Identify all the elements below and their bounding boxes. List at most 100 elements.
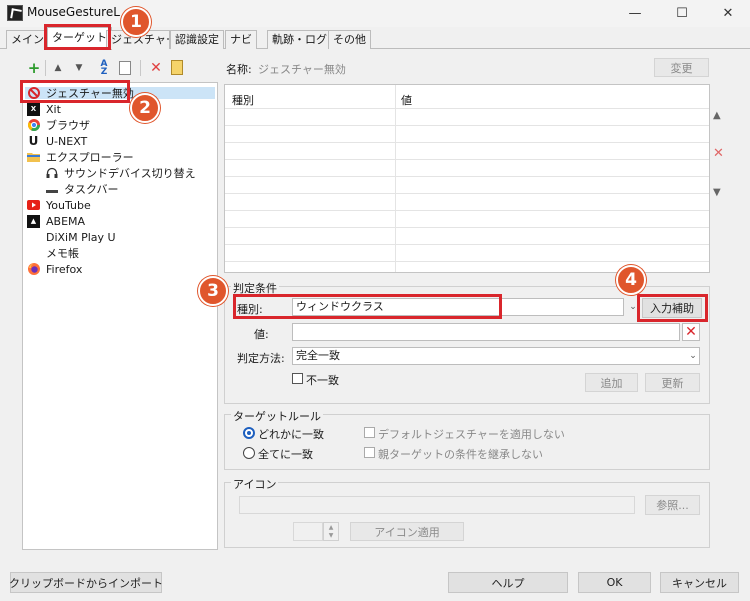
close-button[interactable]: ✕ (713, 3, 743, 23)
grid-line (225, 142, 709, 143)
tree-item-notepad[interactable]: メモ帳 (46, 245, 79, 261)
grid-line (225, 108, 709, 109)
tree-item-dixim[interactable]: DiXiM Play U (46, 229, 116, 245)
icon-index-spinner[interactable]: ▲ ▼ (323, 522, 339, 541)
grid-line (225, 125, 709, 126)
grid-line (225, 210, 709, 211)
youtube-icon (27, 199, 40, 212)
tree-item-label: Xit (46, 102, 61, 116)
mismatch-label: 不一致 (306, 374, 339, 387)
tree-item-firefox[interactable]: Firefox (27, 261, 82, 277)
delete-icon[interactable]: ✕ (713, 146, 724, 161)
step-badge-2: 2 (130, 93, 160, 123)
headphones-icon (45, 167, 58, 180)
sort-icon[interactable]: AZ (96, 60, 112, 77)
abema-icon: ▲ (27, 214, 40, 228)
step-badge-4: 4 (616, 265, 646, 295)
radio-all-label: 全てに一致 (258, 448, 313, 461)
value-input[interactable] (292, 323, 680, 341)
tree-item-label: DiXiM Play U (46, 230, 116, 244)
minimize-button[interactable]: — (620, 3, 650, 23)
grid-line (225, 159, 709, 160)
tree-item-label: ブラウザ (46, 119, 90, 132)
add-button[interactable]: 追加 (585, 373, 638, 392)
radio-any-label: どれかに一致 (258, 428, 324, 441)
paste-icon[interactable] (171, 60, 183, 75)
taskbar-icon (45, 183, 58, 196)
tree-item-label: YouTube (46, 198, 91, 212)
folder-icon (27, 151, 40, 164)
tab-trail-log[interactable]: 軌跡・ログ (267, 30, 332, 49)
radio-any-match[interactable] (243, 427, 255, 439)
tree-item-label: サウンドデバイス切り替え (64, 167, 196, 180)
tree-item-abema[interactable]: ▲ ABEMA (27, 213, 85, 229)
change-button[interactable]: 変更 (654, 58, 709, 77)
xit-icon: X (27, 102, 40, 116)
apply-icon-button[interactable]: アイコン適用 (350, 522, 464, 541)
tree-item-label: メモ帳 (46, 247, 79, 260)
tab-main[interactable]: メイン (6, 30, 49, 49)
no-inherit-parent-checkbox[interactable] (364, 447, 375, 458)
method-select[interactable]: 完全一致 (292, 347, 700, 365)
tree-item-explorer[interactable]: エクスプローラー (27, 149, 134, 165)
help-button[interactable]: ヘルプ (448, 572, 568, 593)
tree-item-browser[interactable]: ブラウザ (27, 117, 90, 133)
tree-item-youtube[interactable]: YouTube (27, 197, 91, 213)
grid-line (225, 227, 709, 228)
firefox-icon (27, 263, 40, 276)
step-badge-1: 1 (121, 7, 151, 37)
toolbar-separator (140, 60, 141, 76)
no-default-gesture-checkbox[interactable] (364, 427, 375, 438)
target-tree[interactable]: ジェスチャー無効 X Xit ブラウザ U U-NEXT エクスプローラー サウ… (22, 82, 218, 550)
tree-item-taskbar[interactable]: タスクバー (45, 181, 118, 197)
unext-icon: U (28, 134, 39, 148)
method-label: 判定方法: (237, 352, 285, 365)
radio-all-match[interactable] (243, 447, 255, 459)
app-icon (7, 5, 23, 21)
icon-index-input[interactable] (293, 522, 323, 541)
mismatch-checkbox[interactable] (292, 373, 303, 384)
copy-icon[interactable] (119, 61, 131, 75)
tree-item-unext[interactable]: U U-NEXT (27, 133, 88, 149)
tree-item-label: エクスプローラー (46, 151, 134, 164)
name-label: 名称: (226, 63, 252, 76)
icon-group-label: アイコン (231, 476, 279, 492)
clear-value-icon[interactable]: ✕ (682, 323, 700, 341)
maximize-button[interactable]: ☐ (667, 3, 697, 23)
tree-item-xit[interactable]: X Xit (27, 101, 61, 117)
step-badge-3: 3 (198, 276, 228, 306)
move-up-icon[interactable]: ▲ (713, 110, 721, 121)
browse-button[interactable]: 参照... (645, 495, 700, 515)
ok-button[interactable]: OK (578, 572, 651, 593)
tree-item-label: U-NEXT (46, 134, 88, 148)
cancel-button[interactable]: キャンセル (660, 572, 739, 593)
tab-recognition[interactable]: 認識設定 (170, 30, 224, 49)
value-label: 値: (254, 328, 269, 341)
no-inherit-parent-label: 親ターゲットの条件を継承しない (378, 448, 543, 461)
column-header-type: 種別 (232, 94, 254, 107)
tab-navi[interactable]: ナビ (225, 30, 257, 49)
grid-line (225, 244, 709, 245)
move-up-icon[interactable]: ▲ (50, 60, 66, 76)
add-icon[interactable]: + (26, 59, 42, 77)
highlight-box-tree-item (20, 80, 130, 103)
import-clipboard-button[interactable]: クリップボードからインポート (9, 572, 163, 593)
icon-path-input[interactable] (239, 496, 635, 514)
target-rule-group-label: ターゲットルール (231, 408, 323, 424)
window-title: MouseGestureL (27, 5, 120, 19)
chrome-icon (27, 119, 40, 132)
no-default-gesture-label: デフォルトジェスチャーを適用しない (378, 428, 565, 441)
tab-other[interactable]: その他 (328, 30, 371, 49)
tree-item-label: Firefox (46, 262, 83, 276)
grid-line (225, 176, 709, 177)
update-button[interactable]: 更新 (645, 373, 700, 392)
move-down-icon[interactable]: ▼ (713, 187, 721, 198)
chevron-down-icon[interactable]: ⌄ (686, 347, 700, 365)
conditions-table[interactable]: 種別 値 (224, 84, 710, 273)
highlight-box-assist-button (637, 294, 708, 322)
tree-item-sound-device[interactable]: サウンドデバイス切り替え (45, 165, 196, 181)
move-down-icon[interactable]: ▼ (71, 60, 87, 76)
toolbar-separator (45, 60, 46, 76)
name-value: ジェスチャー無効 (258, 63, 346, 76)
delete-icon[interactable]: ✕ (148, 60, 164, 76)
